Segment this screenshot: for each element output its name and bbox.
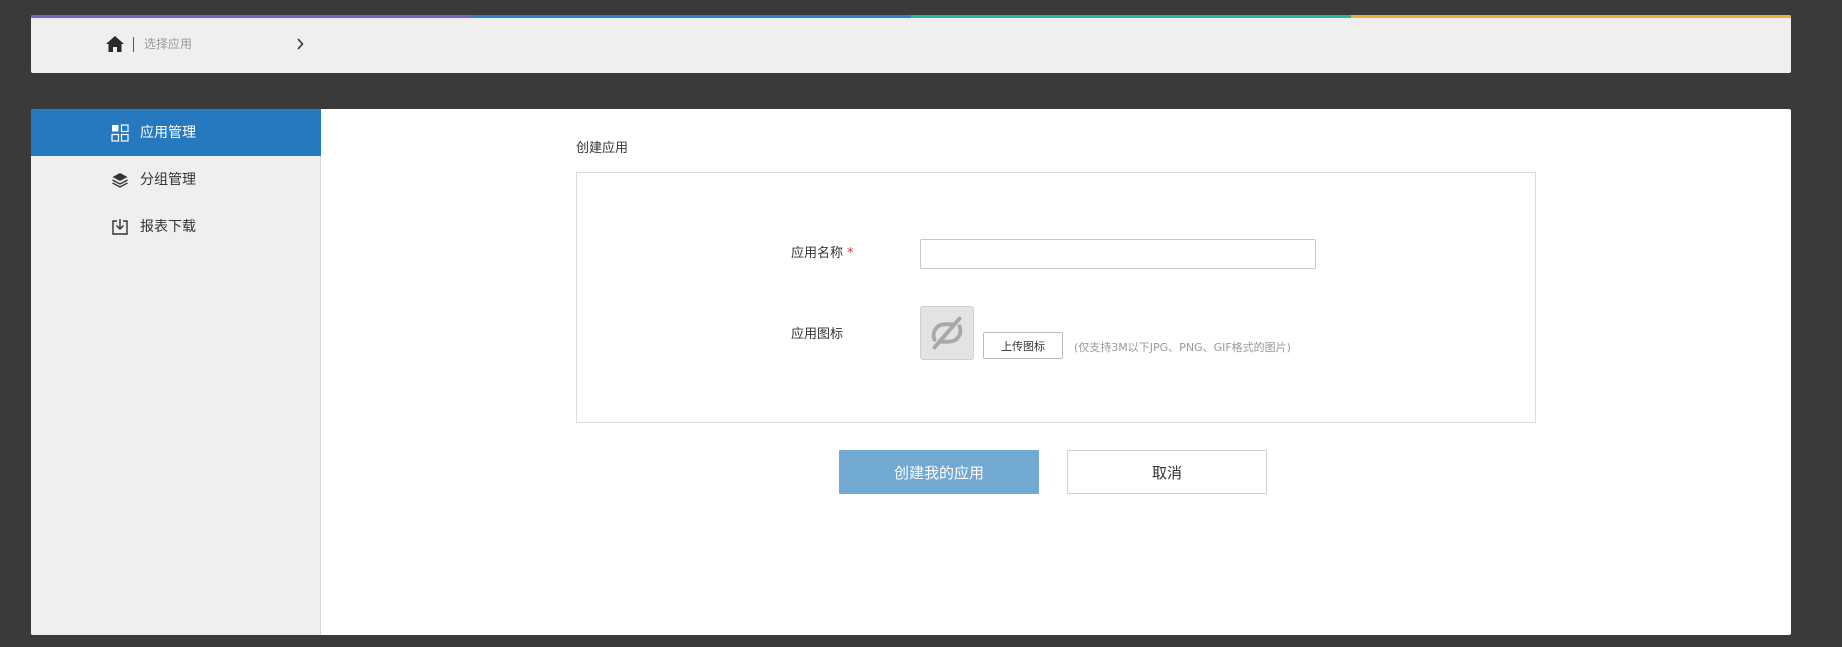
app-name-label-text: 应用名称	[791, 246, 844, 261]
upload-icon-button[interactable]: 上传图标	[983, 332, 1063, 359]
app-icon-placeholder	[920, 306, 974, 360]
sidebar-item-group-management[interactable]: 分组管理	[31, 156, 321, 203]
create-app-button[interactable]: 创建我的应用	[839, 450, 1039, 494]
sidebar-item-label: 应用管理	[140, 124, 196, 141]
top-bar: 选择应用	[31, 15, 1791, 73]
color-strip-segment	[471, 15, 911, 18]
upload-hint: (仅支持3M以下JPG、PNG、GIF格式的图片)	[1074, 341, 1291, 354]
app-icon-label: 应用图标	[791, 327, 844, 342]
home-icon[interactable]	[105, 35, 125, 53]
sidebar-item-label: 报表下载	[140, 218, 196, 235]
download-icon	[111, 218, 129, 236]
layers-icon	[111, 171, 129, 189]
page-title: 创建应用	[576, 141, 629, 156]
required-mark: *	[847, 246, 854, 261]
sidebar-item-label: 分组管理	[140, 171, 196, 188]
sidebar-item-app-management[interactable]: 应用管理	[31, 109, 321, 156]
sidebar: 应用管理 分组管理 报表下载	[31, 109, 321, 635]
color-strip-segment	[911, 15, 1351, 18]
grid-icon	[111, 123, 129, 142]
chevron-right-icon[interactable]	[295, 36, 305, 52]
color-strip	[31, 15, 1791, 18]
main-panel: 应用管理 分组管理 报表下载 创建应用 应用名称 * 应用图标 上传图标 (仅支…	[31, 109, 1791, 635]
breadcrumb-current[interactable]: 选择应用	[144, 37, 192, 52]
create-app-form: 应用名称 * 应用图标 上传图标 (仅支持3M以下JPG、PNG、GIF格式的图片…	[576, 172, 1536, 423]
cancel-button[interactable]: 取消	[1067, 450, 1267, 494]
sidebar-item-report-download[interactable]: 报表下载	[31, 203, 321, 250]
breadcrumb-divider	[133, 37, 134, 52]
color-strip-segment	[31, 15, 471, 18]
app-name-label: 应用名称 *	[791, 246, 854, 262]
app-name-input[interactable]	[920, 239, 1316, 269]
color-strip-segment	[1351, 15, 1791, 18]
